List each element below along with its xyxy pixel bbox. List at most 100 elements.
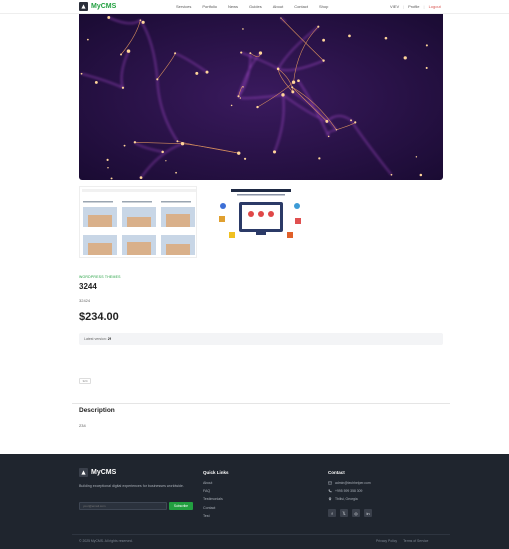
galaxy-node: [327, 135, 330, 138]
galaxy-node: [110, 177, 113, 180]
galaxy-node: [156, 78, 159, 81]
galaxy-node: [322, 38, 326, 42]
product-category[interactable]: WORDPRESS THEMES: [79, 275, 121, 279]
galaxy-node: [425, 44, 428, 47]
description-text: 234: [79, 423, 86, 428]
galaxy-node: [141, 20, 145, 24]
nav-news[interactable]: News: [228, 4, 238, 9]
galaxy-node: [237, 151, 241, 155]
galaxy-node: [291, 80, 296, 84]
instagram-icon[interactable]: ◎: [352, 509, 360, 517]
galaxy-node: [291, 86, 294, 89]
nav-guides[interactable]: Guides: [249, 4, 262, 9]
galaxy-node: [107, 16, 111, 19]
galaxy-node: [126, 49, 131, 53]
nav-services[interactable]: Services: [176, 4, 191, 9]
logo[interactable]: MyCMS: [79, 2, 116, 11]
footer-bottom-links: Privacy Policy Terms of Service: [376, 539, 428, 543]
privacy-policy-link[interactable]: Privacy Policy: [376, 539, 397, 543]
galaxy-node: [175, 171, 177, 174]
footer-link-faq[interactable]: FAQ: [203, 489, 223, 493]
x-icon[interactable]: 𝕏: [340, 509, 348, 517]
contact-email[interactable]: admin@techhelper.com: [328, 481, 371, 485]
contact-location: Tbilisi, Georgia: [328, 497, 371, 501]
footer-link-testimonials[interactable]: Testimonials: [203, 497, 223, 501]
galaxy-node: [123, 144, 126, 147]
galaxy-node: [384, 36, 388, 40]
contact-email-text: admin@techhelper.com: [335, 481, 371, 485]
galaxy-node: [350, 119, 353, 122]
terms-of-service-link[interactable]: Terms of Service: [403, 539, 428, 543]
galaxy-node: [425, 66, 428, 69]
nav-profile[interactable]: Profile: [408, 4, 419, 9]
quick-links: About FAQ Testimonials Contact Test: [203, 481, 223, 518]
logo-text: MyCMS: [91, 3, 117, 10]
galaxy-node: [258, 51, 263, 55]
galaxy-node: [318, 157, 321, 160]
galaxy-node: [276, 67, 280, 71]
contact-phone[interactable]: +995 599 358 309: [328, 489, 371, 493]
galaxy-node: [354, 121, 357, 124]
main-nav: Services Portfolio News Guides About Con…: [176, 4, 328, 9]
logo-icon: [79, 2, 88, 11]
galaxy-node: [133, 141, 137, 144]
galaxy-node: [195, 71, 199, 75]
newsletter-email-input[interactable]: [79, 502, 167, 510]
galaxy-node: [291, 90, 295, 94]
section-divider: [72, 403, 450, 404]
galaxy-node: [87, 38, 89, 41]
galaxy-node: [94, 80, 98, 84]
galaxy-node: [165, 160, 167, 162]
galaxy-node: [80, 72, 83, 75]
galaxy-node: [335, 129, 338, 131]
contact-title: Contact: [328, 470, 345, 475]
nav-view[interactable]: VIEV: [390, 4, 399, 9]
galaxy-node: [242, 86, 244, 88]
footer-tagline: Building exceptional digital experiences…: [79, 484, 184, 488]
galaxy-node: [390, 173, 393, 176]
subscribe-button[interactable]: Subscribe: [169, 502, 193, 510]
footer-link-test[interactable]: Test: [203, 514, 223, 518]
linkedin-icon[interactable]: in: [364, 509, 372, 517]
galaxy-node: [139, 19, 142, 22]
galaxy-node: [176, 140, 179, 143]
facebook-icon[interactable]: f: [328, 509, 336, 517]
contact-phone-text: +995 599 358 309: [335, 489, 363, 493]
nav-shop[interactable]: Shop: [319, 4, 328, 9]
galaxy-node: [325, 119, 329, 123]
galaxy-node: [106, 158, 109, 161]
nav-about[interactable]: About: [273, 4, 283, 9]
galaxy-node: [239, 97, 242, 99]
footer-link-about[interactable]: About: [203, 481, 223, 485]
product-main-image: [79, 14, 443, 180]
galaxy-node: [242, 28, 244, 30]
footer-logo[interactable]: MyCMS: [79, 468, 116, 477]
nav-portfolio[interactable]: Portfolio: [202, 4, 217, 9]
galaxy-node: [317, 25, 320, 28]
version-label: Latest version:: [84, 337, 107, 341]
galaxy-node: [180, 142, 185, 146]
product-subtitle: 32424: [79, 298, 91, 303]
user-nav: VIEV | Profile | Logout: [390, 4, 441, 9]
galaxy-node: [281, 93, 285, 97]
nav-contact[interactable]: Contact: [294, 4, 308, 9]
contact-location-text: Tbilisi, Georgia: [335, 497, 358, 501]
galaxy-node: [120, 53, 122, 56]
galaxy-node: [237, 95, 240, 98]
product-price: $234.00: [79, 311, 119, 323]
quick-links-title: Quick Links: [203, 470, 229, 475]
location-icon: [328, 497, 332, 501]
thumbnail-1[interactable]: [79, 186, 197, 258]
logout-link[interactable]: Logout: [429, 4, 441, 9]
logo-icon: [79, 468, 88, 477]
galaxy-node: [243, 157, 247, 160]
version-info: Latest version: 2f: [79, 333, 443, 345]
product-tag[interactable]: 324: [79, 378, 91, 384]
footer-link-contact[interactable]: Contact: [203, 506, 223, 510]
description-title: Description: [79, 407, 115, 414]
galaxy-node: [249, 52, 252, 55]
galaxy-node: [161, 150, 164, 154]
footer-logo-text: MyCMS: [91, 469, 117, 476]
thumbnail-2[interactable]: [201, 186, 319, 258]
galaxy-node: [240, 51, 243, 54]
